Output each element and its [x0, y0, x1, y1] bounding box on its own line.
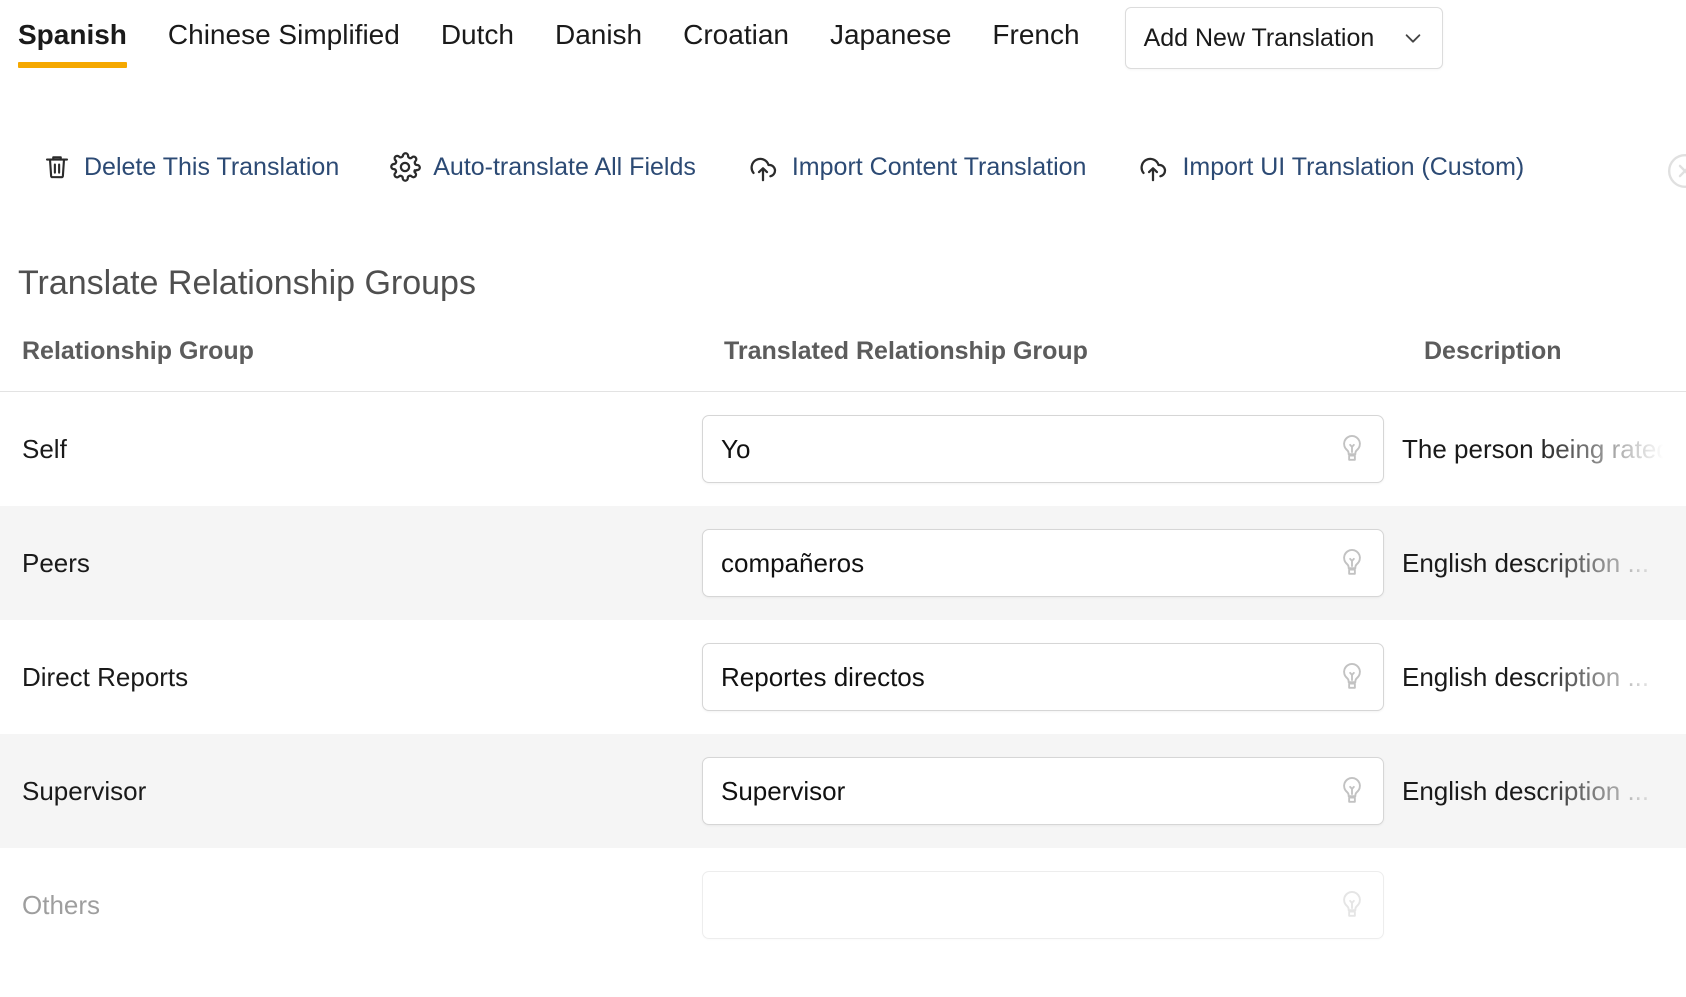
relationship-group-name: Direct Reports: [22, 662, 189, 692]
table-row: Peers compañeros English description ...: [0, 506, 1686, 620]
tab-label: Dutch: [440, 19, 514, 50]
translation-input[interactable]: Supervisor: [702, 757, 1384, 825]
column-header-relationship-group: Relationship Group: [22, 337, 254, 365]
relationship-groups-table: Relationship Group Translated Relationsh…: [0, 336, 1686, 962]
add-new-translation-label: Add New Translation: [1143, 23, 1375, 52]
relationship-group-description: English description ...: [1402, 775, 1686, 807]
import-content-translation-button[interactable]: Import Content Translation: [746, 150, 1087, 184]
relationship-group-name: Self: [22, 434, 67, 464]
tab-label: Japanese: [829, 19, 952, 50]
translation-input[interactable]: Reportes directos: [702, 643, 1384, 711]
lightbulb-icon[interactable]: [1337, 660, 1367, 694]
relationship-group-description: The person being rated: [1402, 433, 1686, 465]
translation-input[interactable]: compañeros: [702, 529, 1384, 597]
translation-cell: [702, 871, 1402, 939]
table-row: Supervisor Supervisor English descriptio…: [0, 734, 1686, 848]
tab-label: Danish: [554, 19, 643, 50]
relationship-group-description: English description ...: [1402, 547, 1686, 579]
translation-input-value: Reportes directos: [721, 662, 925, 692]
table-header-row: Relationship Group Translated Relationsh…: [0, 336, 1686, 392]
translation-input[interactable]: [702, 871, 1384, 939]
tab-chinese-simplified[interactable]: Chinese Simplified: [168, 0, 400, 52]
tab-croatian[interactable]: Croatian: [683, 0, 789, 52]
gear-icon: [389, 151, 422, 183]
translation-cell: Reportes directos: [702, 643, 1402, 711]
tab-danish[interactable]: Danish: [555, 0, 642, 52]
translation-input[interactable]: Yo: [702, 415, 1384, 483]
tab-spanish[interactable]: Spanish: [18, 0, 127, 68]
page-title: Translate Relationship Groups: [18, 264, 476, 302]
tab-label: Spanish: [18, 19, 127, 50]
table-row: Direct Reports Reportes directos English…: [0, 620, 1686, 734]
cloud-upload-icon: [746, 150, 780, 184]
auto-translate-all-fields-button[interactable]: Auto-translate All Fields: [389, 151, 696, 183]
lightbulb-icon[interactable]: [1337, 888, 1367, 922]
translation-action-toolbar: Delete This Translation Auto-translate A…: [0, 138, 1686, 196]
column-header-description: Description: [1424, 337, 1562, 365]
relationship-group-name: Supervisor: [22, 776, 147, 806]
trash-icon: [42, 152, 72, 182]
add-new-translation-select[interactable]: Add New Translation: [1124, 7, 1443, 69]
close-circle-icon[interactable]: [1666, 152, 1686, 190]
language-tab-bar: Spanish Chinese Simplified Dutch Danish …: [0, 0, 1686, 86]
tab-label: French: [992, 19, 1080, 50]
delete-this-translation-button[interactable]: Delete This Translation: [42, 152, 339, 182]
tab-french[interactable]: French: [992, 0, 1079, 52]
translation-cell: compañeros: [702, 529, 1402, 597]
relationship-group-description: English description ...: [1402, 661, 1686, 693]
tab-label: Croatian: [683, 19, 789, 50]
lightbulb-icon[interactable]: [1337, 774, 1367, 808]
translation-admin-page: Spanish Chinese Simplified Dutch Danish …: [0, 0, 1686, 997]
action-label: Import UI Translation (Custom): [1182, 153, 1525, 181]
action-label: Import Content Translation: [791, 153, 1087, 181]
cloud-upload-icon: [1136, 150, 1170, 184]
translation-cell: Yo: [702, 415, 1402, 483]
tab-label: Chinese Simplified: [167, 19, 400, 50]
column-header-translated-relationship-group: Translated Relationship Group: [724, 337, 1088, 365]
action-label: Delete This Translation: [84, 153, 340, 181]
table-row: Others: [0, 848, 1686, 962]
table-row: Self Yo The person being rated: [0, 392, 1686, 506]
translation-input-value: compañeros: [721, 548, 865, 578]
lightbulb-icon[interactable]: [1337, 432, 1367, 466]
tab-japanese[interactable]: Japanese: [830, 0, 951, 52]
translation-input-value: Yo: [721, 434, 751, 464]
relationship-group-name: Others: [22, 890, 101, 920]
relationship-group-name: Peers: [22, 548, 90, 578]
tab-dutch[interactable]: Dutch: [441, 0, 514, 52]
import-ui-translation-custom-button[interactable]: Import UI Translation (Custom): [1136, 150, 1524, 184]
chevron-down-icon: [1402, 27, 1424, 49]
action-label: Auto-translate All Fields: [433, 153, 696, 181]
translation-cell: Supervisor: [702, 757, 1402, 825]
translation-input-value: Supervisor: [721, 776, 846, 806]
lightbulb-icon[interactable]: [1337, 546, 1367, 580]
